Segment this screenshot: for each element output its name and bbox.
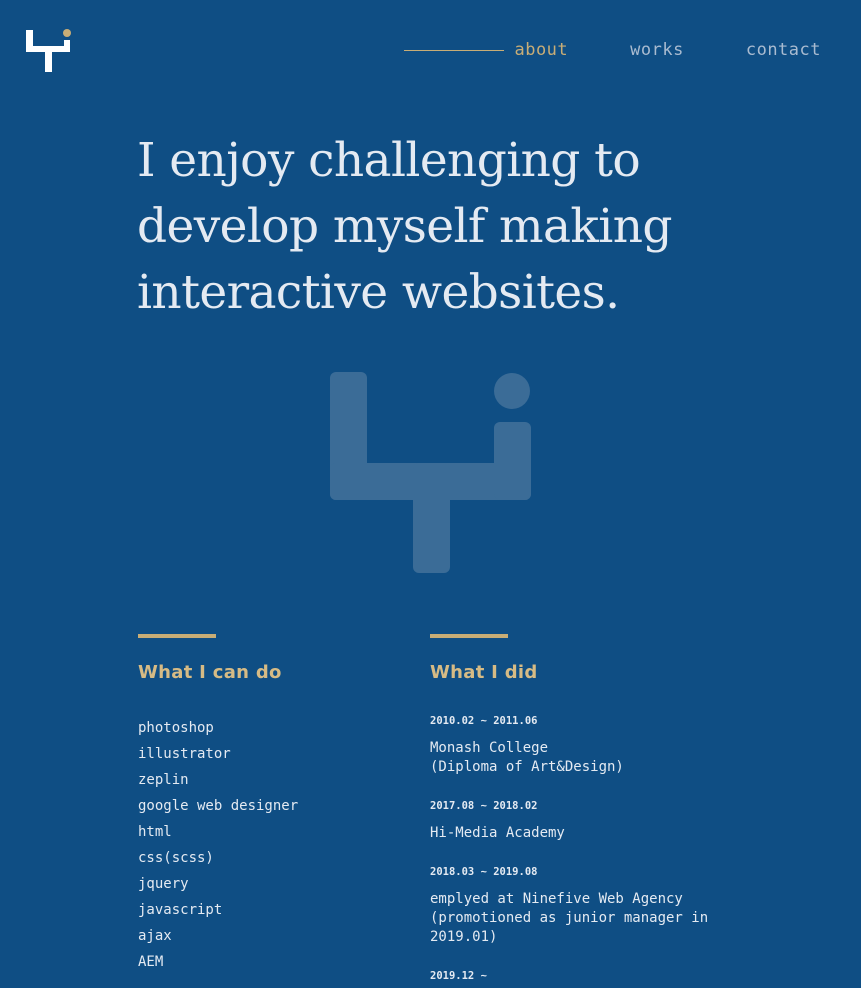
skill-item: google web designer [138, 798, 299, 814]
skill-item: AEM [138, 954, 164, 970]
main-nav: about works contact [404, 38, 821, 62]
nav-link-about[interactable]: about [514, 38, 568, 62]
history-entry: 2017.08 ~ 2018.02 Hi-Media Academy [430, 799, 730, 843]
skill-item: jquery [138, 876, 189, 892]
history-section: What I did 2010.02 ~ 2011.06 Monash Coll… [430, 634, 730, 988]
yi-watermark-icon [330, 372, 531, 573]
skill-item: zeplin [138, 772, 189, 788]
skills-section: What I can do photoshop illustrator zepl… [138, 634, 398, 975]
skills-title: What I can do [138, 662, 282, 683]
history-date: 2010.02 ~ 2011.06 [430, 715, 538, 727]
nav-link-works[interactable]: works [630, 38, 684, 62]
skill-item: illustrator [138, 746, 231, 762]
page: about works contact I enjoy challenging … [0, 0, 861, 988]
history-date: 2019.12 ~ [430, 970, 487, 982]
history-entry: 2019.12 ~ [430, 969, 730, 983]
active-indicator-line [404, 49, 505, 51]
history-entry: 2018.03 ~ 2019.08 emplyed at Ninefive We… [430, 865, 730, 947]
history-description: emplyed at Ninefive Web Agency (promotio… [430, 891, 709, 945]
history-date: 2017.08 ~ 2018.02 [430, 800, 538, 812]
history-description: Monash College (Diploma of Art&Design) [430, 740, 624, 775]
history-description: Hi-Media Academy [430, 825, 565, 841]
skill-item: ajax [138, 928, 172, 944]
skill-item: photoshop [138, 720, 214, 736]
history-entry: 2010.02 ~ 2011.06 Monash College (Diplom… [430, 714, 730, 777]
history-title: What I did [430, 662, 538, 683]
hero-headline: I enjoy challenging to develop myself ma… [137, 133, 673, 320]
skill-item: javascript [138, 902, 223, 918]
skills-list: photoshop illustrator zeplin google web … [138, 715, 398, 975]
section-divider [430, 634, 508, 638]
skill-item: css(scss) [138, 850, 214, 866]
yi-logo-icon[interactable] [26, 28, 72, 74]
skill-item: html [138, 824, 172, 840]
history-date: 2018.03 ~ 2019.08 [430, 866, 538, 878]
history-list: 2010.02 ~ 2011.06 Monash College (Diplom… [430, 714, 730, 983]
section-divider [138, 634, 216, 638]
nav-link-contact[interactable]: contact [746, 38, 821, 62]
